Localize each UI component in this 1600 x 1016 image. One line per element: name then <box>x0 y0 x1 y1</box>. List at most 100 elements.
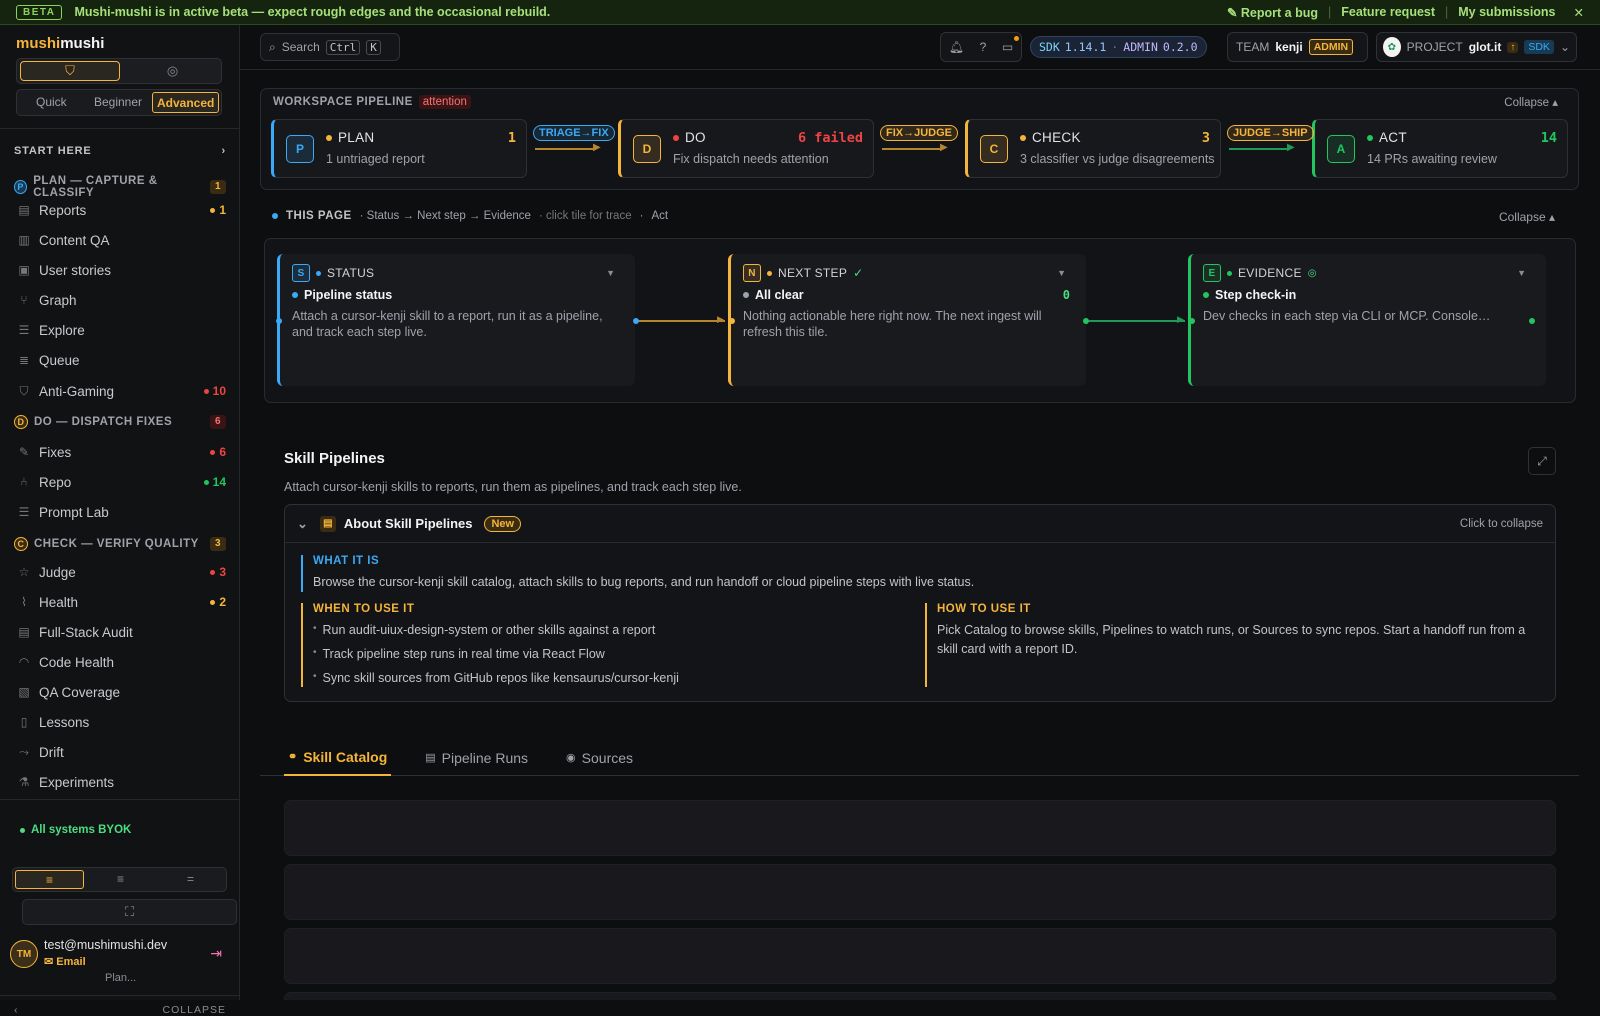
sdk-tag: SDK <box>1524 40 1554 54</box>
density-regular-button[interactable]: ≡ <box>87 870 154 889</box>
pipeline-title: WORKSPACE PIPELINE <box>273 96 413 108</box>
tab-bar: ⚭ Skill Catalog ▤ Pipeline Runs ◉ Sources <box>260 740 1579 776</box>
tab-sources[interactable]: ◉ Sources <box>562 740 637 776</box>
section-plan: P PLAN — CAPTURE & CLASSIFY 1 <box>14 175 226 199</box>
about-header[interactable]: ⌄ ▤ About Skill Pipelines New Click to c… <box>285 505 1555 543</box>
coverage-icon: ▧ <box>18 685 30 699</box>
sidebar-item-queue[interactable]: ≣ Queue <box>16 348 226 372</box>
gauge-icon: ◠ <box>18 655 30 669</box>
search-input[interactable]: ⌕ Search Ctrl K <box>260 33 400 61</box>
my-submissions-link[interactable]: My submissions <box>1458 5 1555 19</box>
card-title: All clear <box>743 288 804 302</box>
pipeline-collapse-button[interactable]: Collapse ▴ <box>1504 95 1558 109</box>
sidebar-item-drift[interactable]: ⤳ Drift <box>16 740 226 764</box>
sidebar-item-anti-gaming[interactable]: ⛉ Anti-Gaming 10 <box>16 379 226 403</box>
flow-card-evidence[interactable]: E EVIDENCE ◎ ▼ Step check-in Dev checks i… <box>1188 254 1546 386</box>
role-badge: ADMIN <box>1308 39 1354 55</box>
stage-plan[interactable]: P PLAN 1 untriaged report 1 <box>271 119 527 178</box>
stage-letter: D <box>633 135 661 163</box>
sidebar: mushimushi ⛉ ◎ Quick Beginner Advanced S… <box>0 25 240 1016</box>
sidebar-item-repo[interactable]: ⑃ Repo 14 <box>16 470 226 494</box>
about-title: About Skill Pipelines <box>343 516 473 531</box>
skeleton-row <box>284 928 1556 984</box>
runs-icon: ▤ <box>425 752 436 764</box>
page-title: Skill Pipelines <box>284 450 385 467</box>
sidebar-item-fixes[interactable]: ✎ Fixes 6 <box>16 440 226 464</box>
this-page-collapse-button[interactable]: Collapse ▴ <box>1499 210 1555 224</box>
team-switcher[interactable]: TEAM kenji ADMIN <box>1227 32 1368 62</box>
project-switcher[interactable]: ✿ PROJECT glot.it ↑ SDK ⌄ <box>1376 32 1577 62</box>
shield-view-button[interactable]: ⛉ <box>20 61 120 81</box>
dropdown-icon[interactable]: ▼ <box>606 268 615 278</box>
stage-name: CHECK <box>1020 130 1081 145</box>
dropdown-icon[interactable]: ▼ <box>1057 268 1066 278</box>
connector-label: JUDGE→SHIP <box>1227 125 1314 141</box>
kbd-ctrl: Ctrl <box>325 39 361 55</box>
target-icon: ◎ <box>1307 267 1317 279</box>
logout-icon[interactable]: ⇥ <box>210 945 222 962</box>
report-bug-link[interactable]: ✎ Report a bug <box>1227 5 1318 20</box>
sidebar-item-explore[interactable]: ☰ Explore <box>16 318 226 342</box>
beta-message: Mushi-mushi is in active beta — expect r… <box>74 5 551 19</box>
sidebar-item-reports[interactable]: ▤ Reports 1 <box>16 198 226 222</box>
chat-icon[interactable]: ▭ <box>1002 36 1020 54</box>
eye-view-button[interactable]: ◎ <box>125 61 220 81</box>
tab-skill-catalog[interactable]: ⚭ Skill Catalog <box>284 740 392 776</box>
click-to-collapse[interactable]: Click to collapse <box>1460 518 1543 530</box>
sidebar-item-code-health[interactable]: ◠ Code Health <box>16 650 226 674</box>
flow-card-next-step[interactable]: N NEXT STEP ✓ ▼ All clear 0 Nothing actio… <box>728 254 1086 386</box>
mode-beginner[interactable]: Beginner <box>86 92 151 113</box>
feature-request-link[interactable]: Feature request <box>1341 5 1435 19</box>
sidebar-item-health[interactable]: ⌇ Health 2 <box>16 590 226 614</box>
search-icon: ⌕ <box>269 39 276 54</box>
density-compact-button[interactable]: ≡ <box>15 870 84 889</box>
mode-quick[interactable]: Quick <box>19 92 84 113</box>
how-to-use: HOW TO USE IT Pick Catalog to browse ski… <box>925 603 1535 687</box>
stage-act[interactable]: A ACT 14 PRs awaiting review 14 <box>1312 119 1568 178</box>
arrow-icon: ▶ <box>1287 142 1295 153</box>
tab-pipeline-runs[interactable]: ▤ Pipeline Runs <box>421 740 532 776</box>
act-link[interactable]: Act <box>651 210 668 222</box>
stage-summary: 3 classifier vs judge disagreements <box>1020 152 1215 166</box>
list-item: Run audit-uiux-design-system or other sk… <box>313 619 901 643</box>
comfortable-icon: = <box>186 872 194 886</box>
sidebar-item-prompt-lab[interactable]: ☰ Prompt Lab <box>16 500 226 524</box>
sidebar-item-graph[interactable]: ⑂ Graph <box>16 288 226 312</box>
external-link-icon[interactable]: ⤢ <box>1528 447 1556 475</box>
handle-dot <box>1529 318 1535 324</box>
connector-line <box>535 148 593 150</box>
mode-advanced[interactable]: Advanced <box>152 92 220 113</box>
drift-icon: ⤳ <box>19 744 29 759</box>
sidebar-item-lessons[interactable]: ▯ Lessons <box>16 710 226 734</box>
card-title: Step check-in <box>1203 288 1296 302</box>
catalog-icon: ⚭ <box>288 751 298 763</box>
chevron-right-icon: › <box>221 145 226 157</box>
explore-icon: ☰ <box>18 323 30 337</box>
help-icon[interactable]: ? <box>980 40 987 54</box>
density-comfortable-button[interactable]: = <box>157 870 224 889</box>
sidebar-item-judge[interactable]: ☆ Judge 3 <box>16 560 226 584</box>
fullscreen-button[interactable]: ⛶ <box>22 899 237 925</box>
start-here[interactable]: START HERE › <box>14 145 226 157</box>
sidebar-item-user-stories[interactable]: ▣ User stories <box>16 258 226 282</box>
stage-check[interactable]: C CHECK 3 classifier vs judge disagreeme… <box>965 119 1221 178</box>
card-header: N NEXT STEP ✓ <box>743 264 864 282</box>
git-icon: ⑃ <box>20 475 28 489</box>
close-banner-icon[interactable]: ✕ <box>1574 5 1584 20</box>
sidebar-item-content-qa[interactable]: ▥ Content QA <box>16 228 226 252</box>
bell-icon[interactable]: 🔔︎ <box>949 40 964 54</box>
divider <box>0 128 240 129</box>
connector-label: FIX→JUDGE <box>880 125 959 141</box>
sidebar-item-experiments[interactable]: ⚗ Experiments <box>16 770 226 794</box>
flow-card-status[interactable]: S STATUS ▼ Pipeline status Attach a curs… <box>277 254 635 386</box>
sidebar-item-full-stack-audit[interactable]: ▤ Full-Stack Audit <box>16 620 226 644</box>
shield-icon: ⛉ <box>65 63 75 78</box>
flask-icon: ⚗ <box>18 775 30 789</box>
banner-sep: | <box>1445 5 1449 19</box>
queue-icon: ≣ <box>18 353 30 367</box>
collapse-sidebar-button[interactable]: ‹ COLLAPSE <box>14 1004 226 1016</box>
user-profile[interactable]: TM test@mushimushi.dev ✉ Email ⇥ <box>10 937 230 973</box>
dropdown-icon[interactable]: ▼ <box>1517 268 1526 278</box>
sidebar-item-qa-coverage[interactable]: ▧ QA Coverage <box>16 680 226 704</box>
stage-do[interactable]: D DO Fix dispatch needs attention 6 fail… <box>618 119 874 178</box>
